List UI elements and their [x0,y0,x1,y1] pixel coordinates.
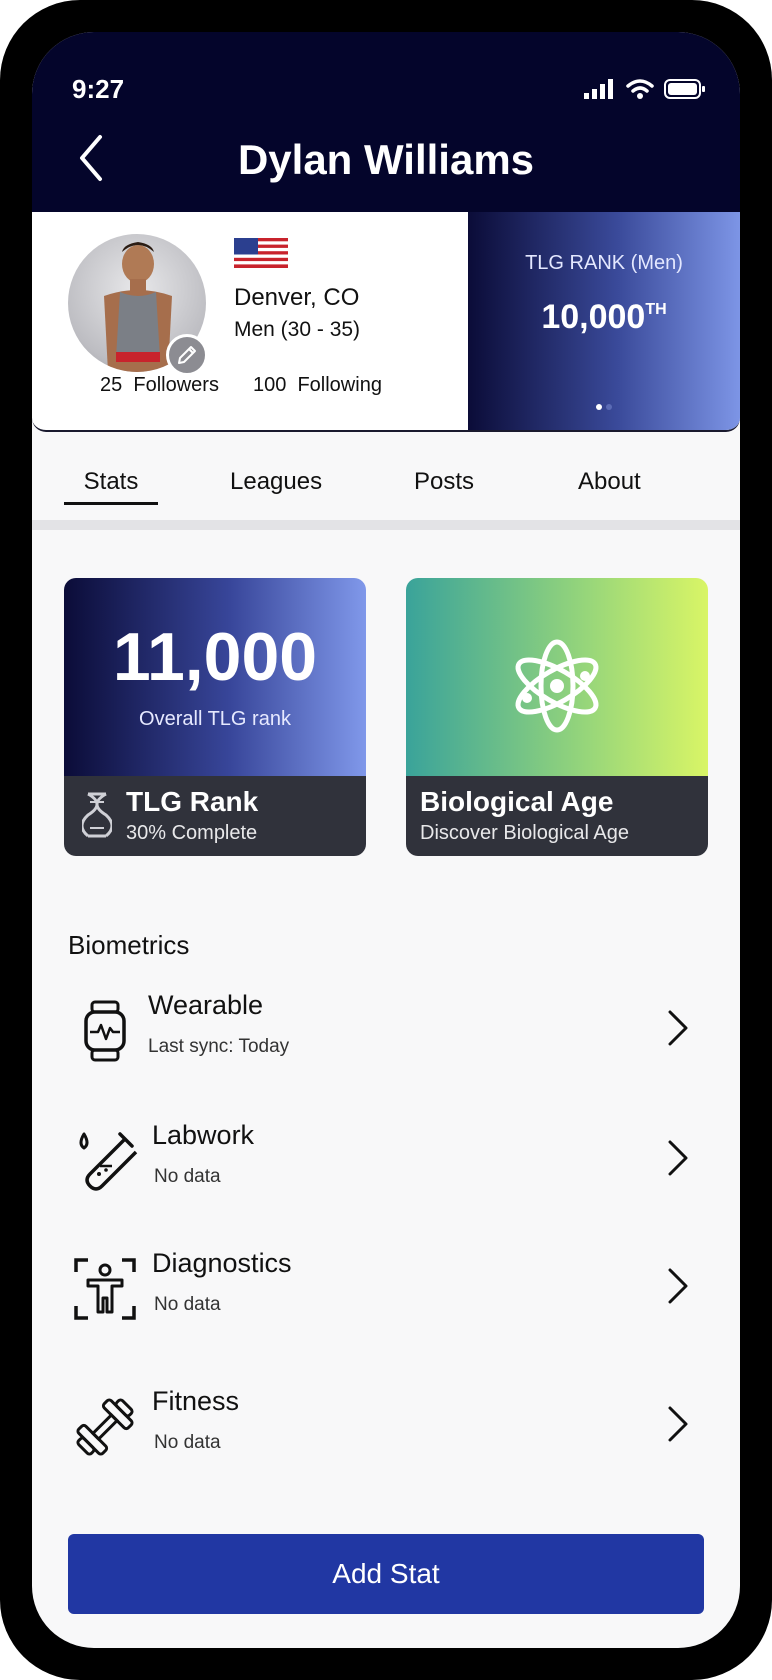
rank-carousel[interactable]: TLG RANK (Men) 10,000TH [468,212,740,430]
rank-label: TLG RANK (Men) [525,252,683,274]
biometric-item-labwork[interactable]: Labwork No data [32,1120,740,1220]
overall-rank-value: 11,000 [112,619,318,695]
tlg-rank-card-footer: TLG Rank 30% Complete [64,776,366,856]
location-text: Denver, CO [234,284,360,311]
avatar-wrap [68,234,208,376]
biological-age-card-hero [406,578,708,776]
carousel-dot-active[interactable] [596,404,602,410]
biometric-item-fitness[interactable]: Fitness No data [32,1386,740,1486]
body-scan-icon [74,1258,136,1320]
chevron-right-icon [668,1268,688,1304]
dna-icon [82,792,112,838]
tab-bar: Stats Leagues Posts About [32,432,740,530]
biological-age-card[interactable]: Biological Age Discover Biological Age [406,578,708,856]
demographic-text: Men (30 - 35) [234,318,361,341]
tlg-rank-title: TLG Rank [126,786,259,817]
fitness-label: Fitness [152,1386,240,1416]
followers-link[interactable]: 25 Followers [100,374,219,397]
wearable-label: Wearable [148,990,264,1020]
following-label: Following [297,374,382,396]
diagnostics-sub: No data [154,1294,221,1315]
edit-avatar-button[interactable] [166,334,208,376]
following-count: 100 [252,374,287,396]
dumbbell-icon [76,1398,134,1456]
page-title: Dylan Williams [237,136,535,183]
profile-card: Denver, CO Men (30 - 35) 25 Followers 10… [32,212,740,432]
status-time: 9:27 [72,74,125,104]
carousel-dot[interactable] [606,404,612,410]
overall-rank-caption: Overall TLG rank [139,708,291,730]
follow-stats: 25 Followers 100 Following [100,374,382,397]
pencil-icon [178,346,196,364]
header-bar: 9:27 Dylan Williams [32,32,740,212]
tab-leagues[interactable]: Leagues [230,468,322,496]
wearable-sub: Last sync: Today [148,1036,290,1057]
diagnostics-label: Diagnostics [152,1248,292,1278]
status-icons [584,78,706,100]
biometric-item-wearable[interactable]: Wearable Last sync: Today [32,990,740,1090]
signal-icon [584,79,613,99]
test-tube-icon [79,1132,138,1191]
fitness-sub: No data [154,1432,221,1453]
biological-age-subtitle: Discover Biological Age [420,822,629,844]
tlg-rank-card[interactable]: 11,000 Overall TLG rank TLG Rank 30% Com… [64,578,366,856]
tlg-rank-progress: 30% Complete [126,822,258,844]
add-stat-button[interactable]: Add Stat [68,1534,704,1614]
rank-number: 10,000 [541,298,646,336]
biological-age-card-footer: Biological Age Discover Biological Age [406,776,708,856]
smartwatch-icon [84,1000,126,1062]
biological-age-title: Biological Age [420,786,614,817]
tlg-rank-card-hero: 11,000 Overall TLG rank [64,578,366,776]
tab-stats[interactable]: Stats [64,468,158,505]
battery-icon [664,79,705,99]
chevron-right-icon [668,1140,688,1176]
tab-posts[interactable]: Posts [414,468,474,496]
biometrics-heading: Biometrics [68,930,190,960]
biometric-item-diagnostics[interactable]: Diagnostics No data [32,1248,740,1348]
atom-icon [515,639,599,733]
carousel-dots[interactable] [468,404,740,410]
labwork-sub: No data [154,1166,221,1187]
phone-frame: 9:27 Dylan Williams Denver, CO Men (30 -… [0,0,772,1680]
rank-suffix: TH [645,301,667,318]
followers-label: Followers [133,374,219,396]
chevron-right-icon [668,1010,688,1046]
labwork-label: Labwork [152,1120,255,1150]
app-screen: 9:27 Dylan Williams Denver, CO Men (30 -… [32,32,740,1648]
tab-about[interactable]: About [578,468,641,496]
following-link[interactable]: 100 Following [253,374,382,397]
us-flag-icon [234,238,288,268]
followers-count: 25 [100,374,123,396]
chevron-right-icon [668,1406,688,1442]
wifi-icon [626,79,654,99]
rank-value: 10,000TH [468,298,740,337]
